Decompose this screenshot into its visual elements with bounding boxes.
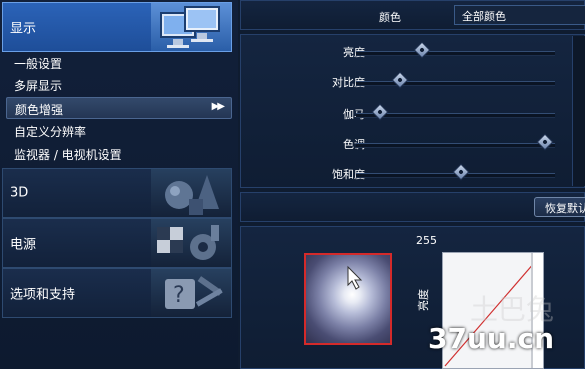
restore-defaults-label: 恢复默认: [545, 202, 585, 215]
menu-multi-display[interactable]: 多屏显示: [14, 77, 62, 94]
slider-contrast-track[interactable]: [356, 81, 555, 86]
color-preview-image: [304, 253, 392, 345]
category-options-support-label: 选项和支持: [10, 287, 76, 303]
color-dropdown-value: 全部颜色: [462, 10, 506, 23]
slider-contrast: 对比度: [238, 71, 585, 92]
watermark-text: 37uu.cn: [428, 322, 554, 355]
curve-y-axis-label: 亮度: [417, 289, 430, 311]
menu-color-enhancement-label: 颜色增强: [15, 103, 64, 117]
double-arrow-icon: ▶▶: [211, 101, 225, 112]
menu-color-enhancement[interactable]: 颜色增强 ▶▶: [6, 97, 232, 119]
slider-gamma: 伽马: [238, 103, 585, 124]
panel-scrollbar[interactable]: [572, 36, 585, 186]
category-3d-label: 3D: [10, 185, 29, 201]
slider-hue-track[interactable]: [356, 143, 555, 148]
monitor-icon: [151, 3, 231, 51]
category-display-label: 显示: [10, 21, 37, 37]
menu-general-settings[interactable]: 一般设置: [14, 55, 62, 72]
category-options-support[interactable]: 选项和支持 ?: [2, 268, 232, 318]
category-power-label: 电源: [10, 237, 37, 253]
restore-defaults-button[interactable]: 恢复默认: [534, 197, 585, 217]
curve-max-value: 255: [416, 234, 437, 247]
color-selector-bar: 颜色 全部颜色: [240, 0, 585, 30]
category-sidebar: 显示 一般设置 多屏显示 颜色增强 ▶▶ 自定义分辨率 监视器 / 电视机设置 …: [0, 0, 238, 369]
shapes-3d-icon: [151, 169, 231, 217]
color-dropdown[interactable]: 全部颜色: [454, 5, 585, 25]
menu-monitor-tv-settings[interactable]: 监视器 / 电视机设置: [14, 146, 122, 163]
category-power[interactable]: 电源: [2, 218, 232, 268]
menu-custom-resolution[interactable]: 自定义分辨率: [14, 123, 86, 140]
slider-saturation: 饱和度: [238, 163, 585, 184]
color-label: 颜色: [379, 11, 401, 24]
slider-hue: 色调: [238, 133, 585, 154]
category-3d[interactable]: 3D: [2, 168, 232, 218]
slider-brightness: 亮度: [238, 41, 585, 62]
slider-brightness-track[interactable]: [356, 51, 555, 56]
category-display[interactable]: 显示: [2, 2, 232, 52]
svg-text:?: ?: [173, 283, 185, 308]
power-gear-icon: [151, 219, 231, 267]
mouse-cursor-icon: [347, 265, 363, 290]
help-tools-icon: ?: [151, 269, 231, 317]
